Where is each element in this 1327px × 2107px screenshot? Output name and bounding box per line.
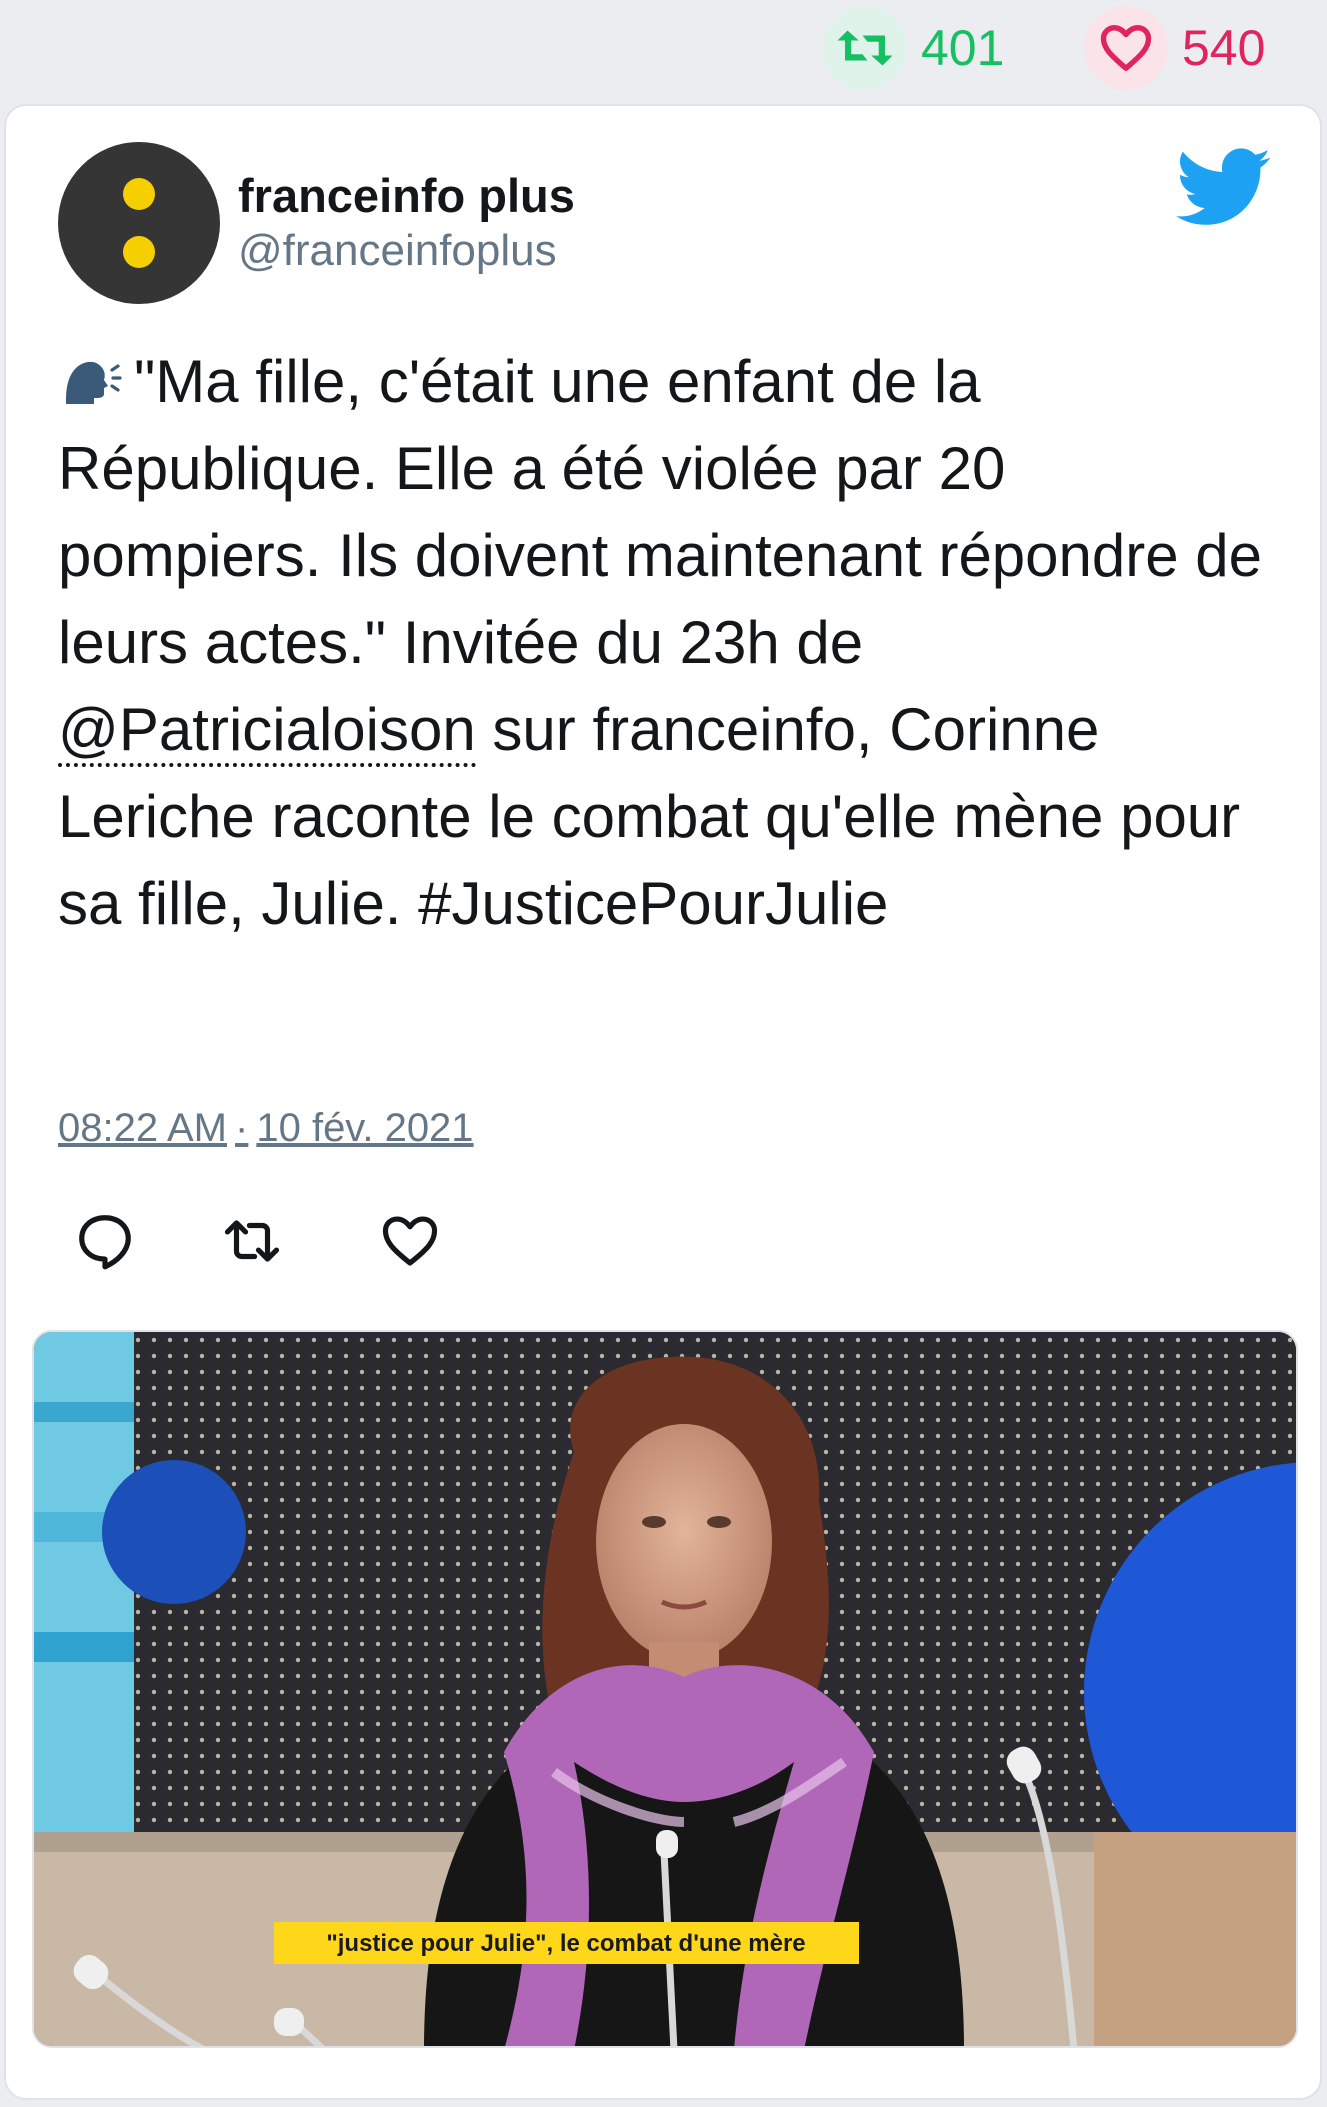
tweet-time: 08:22 AM bbox=[58, 1106, 228, 1150]
heart-icon bbox=[1084, 6, 1168, 90]
mention-link[interactable]: @Patricialoison bbox=[58, 696, 476, 767]
retweet-action-icon[interactable] bbox=[221, 1210, 283, 1272]
engagement-stats: 401 540 bbox=[0, 0, 1327, 100]
like-count: 540 bbox=[1182, 20, 1266, 76]
avatar[interactable] bbox=[58, 142, 220, 304]
like-stat[interactable]: 540 bbox=[1084, 6, 1266, 90]
tweet-text: "Ma fille, c'était une enfant de la Répu… bbox=[58, 338, 1278, 947]
timestamp-separator: · bbox=[235, 1106, 249, 1150]
timestamp-link[interactable]: 08:22 AM · 10 fév. 2021 bbox=[58, 1106, 474, 1151]
video-caption: "justice pour Julie", le combat d'une mè… bbox=[326, 1930, 805, 1957]
twitter-bird-icon[interactable] bbox=[1176, 148, 1272, 228]
avatar-dot-bottom bbox=[123, 236, 155, 268]
tweet-text-part1: "Ma fille, c'était une enfant de la Répu… bbox=[58, 348, 1263, 676]
hashtag[interactable]: #JusticePourJulie bbox=[418, 870, 888, 937]
reply-icon[interactable] bbox=[74, 1210, 136, 1272]
retweet-count: 401 bbox=[921, 20, 1005, 76]
speaking-head-icon bbox=[58, 344, 122, 404]
avatar-dot-top bbox=[123, 178, 155, 210]
tv-studio-image: "justice pour Julie", le combat d'une mè… bbox=[34, 1332, 1296, 2046]
retweet-icon bbox=[823, 6, 907, 90]
tweet-card: franceinfo plus @franceinfoplus "Ma fill… bbox=[4, 104, 1322, 2100]
display-name[interactable]: franceinfo plus bbox=[238, 168, 575, 223]
retweet-stat[interactable]: 401 bbox=[823, 6, 1005, 90]
user-handle[interactable]: @franceinfoplus bbox=[238, 226, 557, 276]
like-action-icon[interactable] bbox=[379, 1210, 441, 1272]
tweet-date: 10 fév. 2021 bbox=[256, 1106, 474, 1150]
video-thumbnail[interactable]: "justice pour Julie", le combat d'une mè… bbox=[32, 1330, 1298, 2048]
